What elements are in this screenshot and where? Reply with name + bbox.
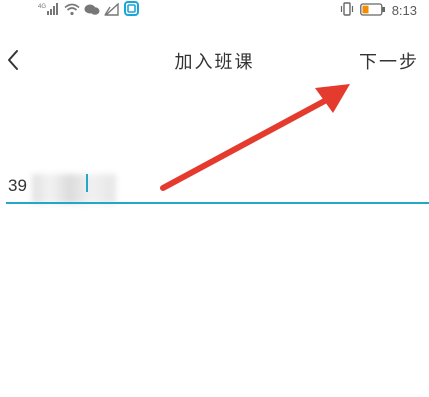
status-right-group: 8:13 bbox=[340, 1, 417, 20]
status-bar: 4G 8:13 bbox=[0, 0, 429, 24]
vibrate-icon bbox=[340, 1, 354, 20]
signal-bars-icon: 4G bbox=[38, 1, 60, 20]
redaction-blur bbox=[32, 174, 116, 204]
cell-signal-icon bbox=[104, 1, 120, 20]
notification-square-icon bbox=[124, 0, 139, 20]
nav-bar: 加入班课 下一步 bbox=[0, 40, 429, 80]
svg-text:4G: 4G bbox=[38, 4, 46, 10]
status-time: 8:13 bbox=[391, 2, 417, 18]
input-underline bbox=[6, 202, 429, 204]
status-left-group: 4G bbox=[38, 0, 139, 20]
join-class-screen: 4G 8:13 加入班课 下一步 39 bbox=[0, 0, 429, 397]
chat-bubble-icon bbox=[84, 1, 100, 20]
wifi-icon bbox=[64, 1, 80, 20]
next-button[interactable]: 下一步 bbox=[359, 48, 419, 74]
text-cursor bbox=[86, 174, 88, 192]
battery-low-icon bbox=[359, 1, 386, 20]
class-code-input[interactable]: 39 bbox=[6, 170, 429, 204]
class-code-value: 39 bbox=[8, 176, 27, 195]
